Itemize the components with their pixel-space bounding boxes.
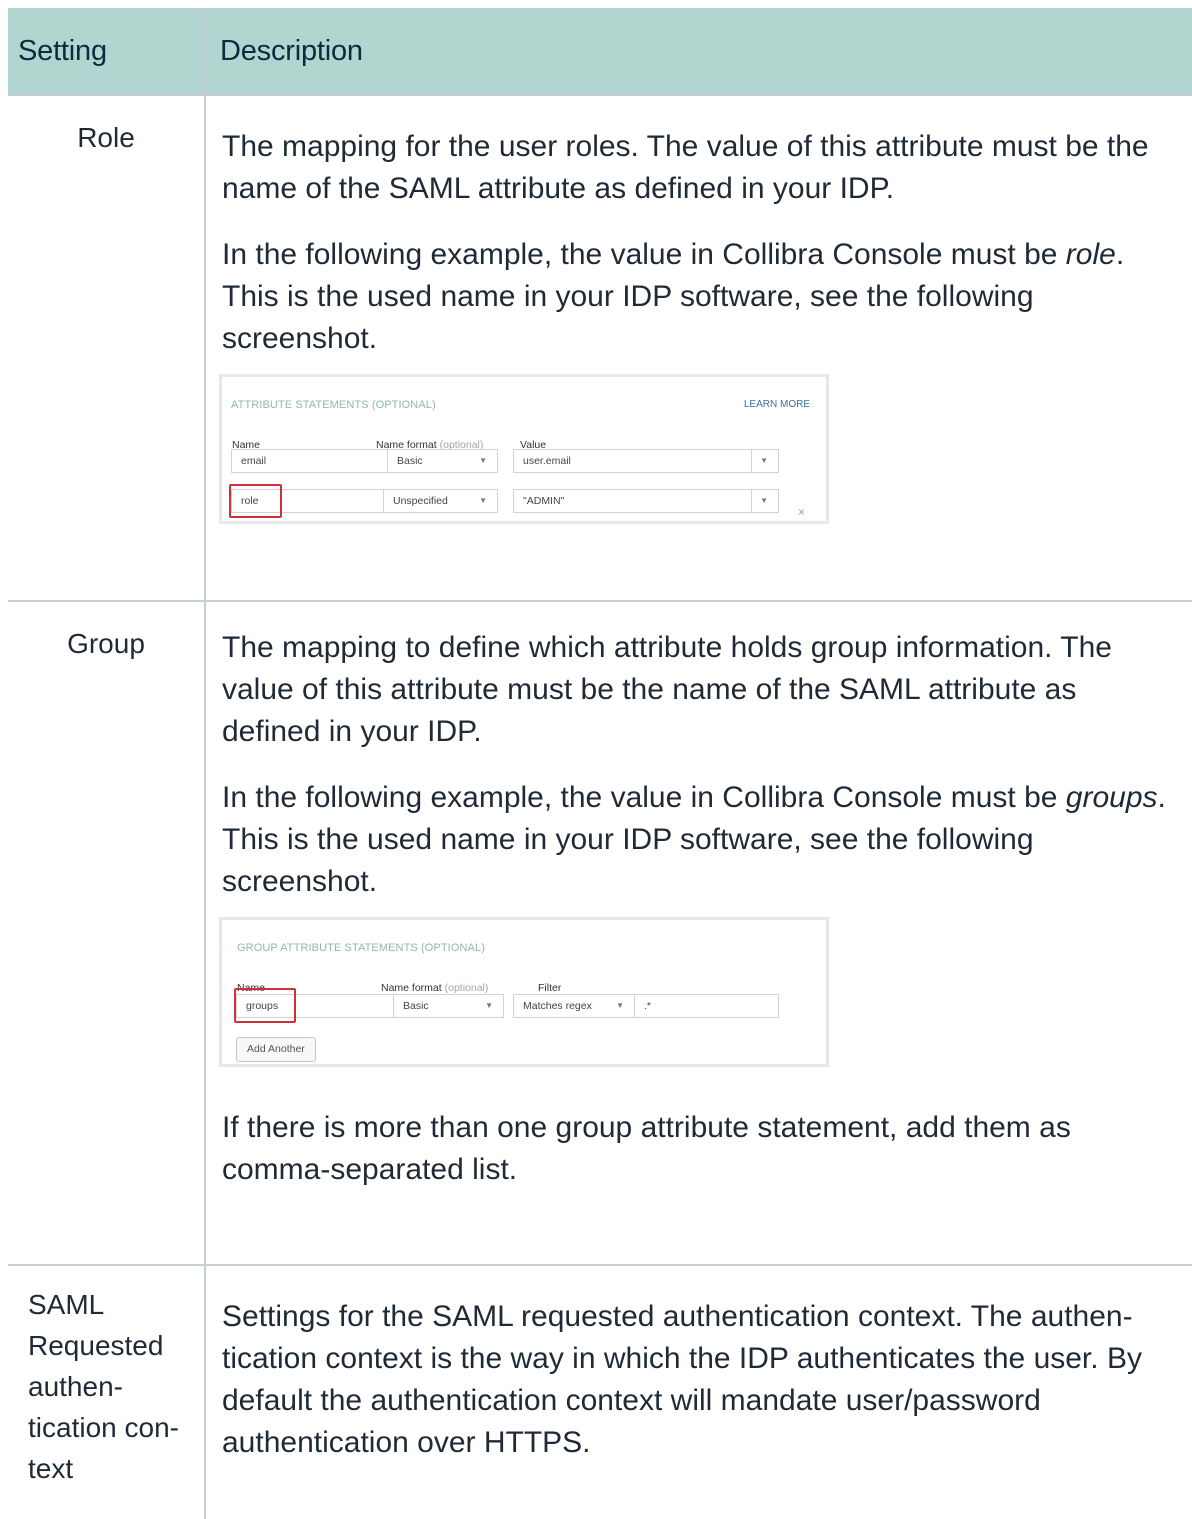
chevron-down-icon: ▼ — [616, 1001, 624, 1010]
description-cell-group: The mapping to define which attribute ho… — [204, 600, 1192, 1266]
highlight-box — [229, 484, 282, 518]
attribute-statements-screenshot: ATTRIBUTE STATEMENTS (OPTIONAL) LEARN MO… — [219, 374, 829, 524]
description-paragraph: In the following example, the value in C… — [222, 238, 1125, 355]
name-format-select[interactable]: Basic ▼ — [393, 994, 504, 1018]
setting-cell-group: Group — [8, 600, 206, 1266]
value-select[interactable]: "ADMIN" ▼ — [513, 489, 779, 513]
emphasized-value: role — [1065, 238, 1116, 271]
value-select[interactable]: user.email ▼ — [513, 449, 779, 473]
chevron-down-icon: ▼ — [485, 1001, 493, 1010]
emphasized-value: groups — [1065, 781, 1158, 814]
description-paragraph: Settings for the SAML requested authenti… — [222, 1300, 1142, 1459]
description-cell-role: The mapping for the user roles. The valu… — [204, 94, 1192, 602]
chevron-down-icon: ▼ — [760, 456, 768, 465]
chevron-down-icon: ▼ — [479, 496, 487, 505]
setting-name: Group — [67, 628, 145, 659]
header-setting: Setting — [8, 8, 206, 96]
section-title: GROUP ATTRIBUTE STATEMENTS (OPTIONAL) — [237, 942, 485, 954]
table-row-saml-authentication-context: SAML Requested authen- tication con- tex… — [8, 1264, 1192, 1519]
group-attribute-statements-screenshot: GROUP ATTRIBUTE STATEMENTS (OPTIONAL) Na… — [219, 917, 829, 1067]
chevron-down-icon: ▼ — [479, 456, 487, 465]
name-format-select[interactable]: Basic ▼ — [387, 449, 498, 473]
filter-value-input[interactable]: .* — [634, 994, 779, 1018]
table-row-role: Role The mapping for the user roles. The… — [8, 94, 1192, 602]
setting-name: Role — [77, 122, 135, 153]
section-title: ATTRIBUTE STATEMENTS (OPTIONAL) — [231, 399, 436, 411]
description-paragraph: The mapping to define which attribute ho… — [222, 631, 1112, 748]
settings-table: Setting Description Role The mapping for… — [8, 8, 1192, 1519]
description-paragraph: The mapping for the user roles. The valu… — [222, 130, 1149, 205]
description-paragraph: If there is more than one group attribut… — [222, 1111, 1071, 1186]
table-row-group: Group The mapping to define which attrib… — [8, 600, 1192, 1266]
header-description: Description — [204, 8, 1192, 96]
highlight-box — [234, 988, 296, 1023]
description-cell-saml: Settings for the SAML requested authenti… — [204, 1264, 1192, 1519]
description-paragraph: In the following example, the value in C… — [222, 781, 1166, 898]
learn-more-link[interactable]: LEARN MORE — [744, 384, 810, 426]
setting-cell-saml: SAML Requested authen- tication con- tex… — [8, 1264, 206, 1519]
name-input[interactable]: email — [231, 449, 388, 473]
setting-name: SAML Requested authen- tication con- tex… — [28, 1289, 179, 1484]
add-another-button[interactable]: Add Another — [236, 1037, 316, 1062]
chevron-down-icon: ▼ — [760, 496, 768, 505]
table-header-row: Setting Description — [8, 8, 1192, 96]
filter-type-select[interactable]: Matches regex ▼ — [513, 994, 635, 1018]
setting-cell-role: Role — [8, 94, 206, 602]
remove-row-icon[interactable]: × — [798, 491, 805, 533]
name-format-select[interactable]: Unspecified ▼ — [383, 489, 498, 513]
